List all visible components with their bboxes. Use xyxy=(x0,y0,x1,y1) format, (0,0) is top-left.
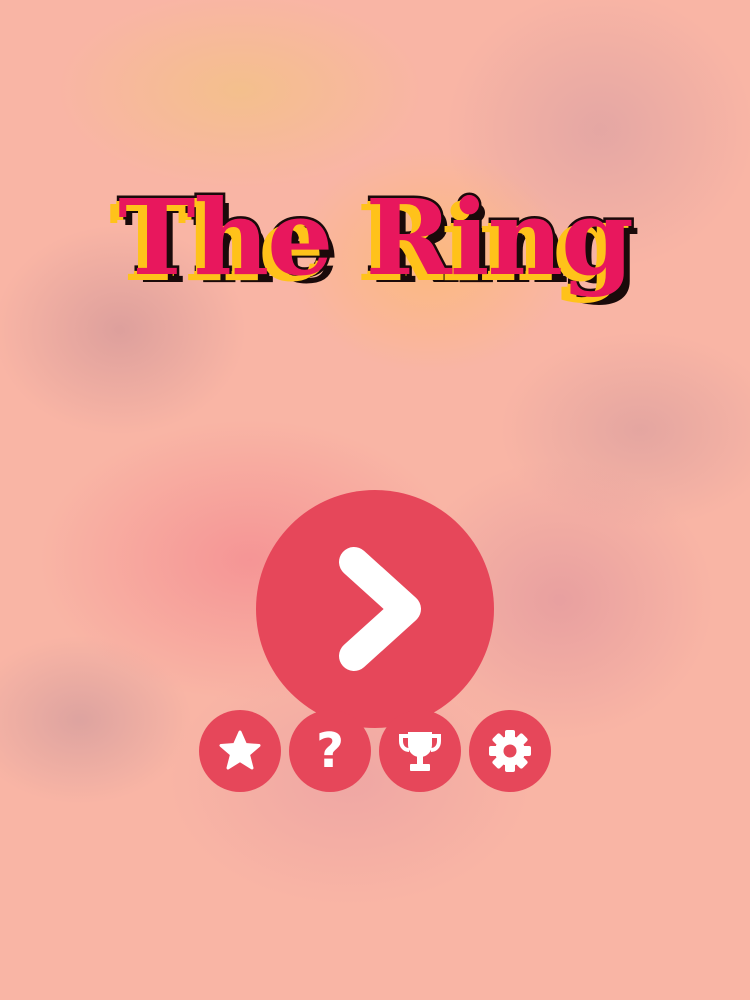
game-title: The Ring xyxy=(116,175,637,300)
trophy-icon xyxy=(399,732,441,771)
star-icon xyxy=(219,730,261,770)
play-button[interactable] xyxy=(256,490,494,728)
question-icon: ? xyxy=(316,723,344,779)
leaderboard-button[interactable] xyxy=(379,710,461,792)
chevron-right-icon xyxy=(339,547,421,671)
settings-button[interactable] xyxy=(469,710,551,792)
help-button[interactable]: ? xyxy=(289,710,371,792)
menu-icon-row: ? xyxy=(199,710,551,792)
gear-icon xyxy=(489,730,531,772)
rate-button[interactable] xyxy=(199,710,281,792)
